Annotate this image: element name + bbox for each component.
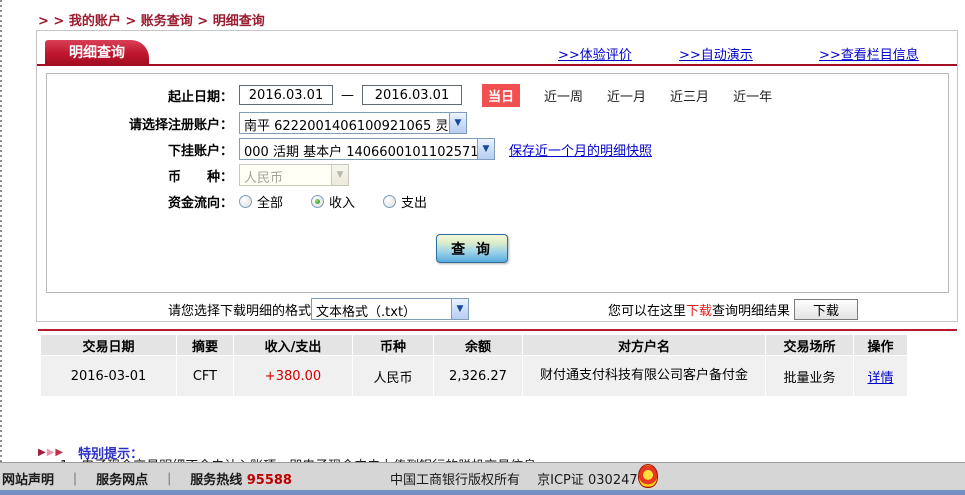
save-snapshot-link[interactable]: 保存近一个月的明细快照	[509, 140, 652, 159]
col-venue: 交易场所	[766, 335, 853, 355]
registered-account-value: 南平 6222001406100921065 灵通卡	[240, 113, 449, 133]
link-auto-demo[interactable]: >>自动演示	[679, 44, 753, 63]
icp-badge-icon	[638, 464, 658, 488]
download-format-value: 文本格式（.txt）	[312, 299, 451, 319]
registered-account-label: 请选择注册账户：	[47, 114, 233, 133]
date-dash: —	[341, 88, 354, 103]
download-row: 请您选择下载明细的格式 文本格式（.txt） ▼ 您可以在这里 下载 查询明细结…	[46, 297, 948, 321]
today-button[interactable]: 当日	[482, 84, 520, 107]
cell-balance: 2,326.27	[434, 356, 522, 396]
query-button[interactable]: 查 询	[436, 234, 508, 263]
flow-option-expense-label: 支出	[401, 192, 427, 211]
red-divider	[38, 329, 957, 331]
sub-account-row: 下挂账户： 000 活期 基本户 1406600101102571848 ▼ 保…	[47, 138, 948, 160]
table-header-row: 交易日期 摘要 收入/支出 币种 余额 对方户名 交易场所 操作	[41, 335, 907, 355]
fund-flow-label: 资金流向：	[47, 192, 233, 211]
col-amount: 收入/支出	[234, 335, 352, 355]
date-range-label: 起止日期：	[47, 86, 233, 105]
footer-links: 网站声明 ｜ 服务网点 ｜ 服务热线 95588	[2, 469, 292, 488]
link-experience-review[interactable]: >>体验评价	[558, 44, 632, 63]
tab-underline	[37, 64, 957, 66]
flow-option-all[interactable]: 全部	[239, 192, 283, 211]
left-dotted-border	[0, 0, 2, 462]
range-last-3-months-link[interactable]: 近三月	[670, 86, 709, 105]
sub-account-label: 下挂账户：	[47, 140, 233, 159]
chevron-down-icon: ▼	[477, 139, 494, 159]
registered-account-row: 请选择注册账户： 南平 6222001406100921065 灵通卡 ▼	[47, 112, 948, 134]
col-balance: 余额	[434, 335, 522, 355]
range-last-year-link[interactable]: 近一年	[733, 86, 772, 105]
flow-option-income-label: 收入	[329, 192, 355, 211]
download-hint-suffix: 查询明细结果	[712, 300, 790, 319]
radio-checked-icon[interactable]	[311, 195, 324, 208]
page: > > 我的账户 > 账务查询 > 明细查询 明细查询 >>体验评价 >>自动演…	[0, 0, 965, 495]
hotline-number: 95588	[247, 473, 292, 488]
registered-account-select[interactable]: 南平 6222001406100921065 灵通卡 ▼	[239, 112, 467, 134]
currency-row: 币 种： 人民币 ▼	[47, 164, 948, 186]
download-hint-prefix: 您可以在这里	[608, 300, 686, 319]
fund-flow-row: 资金流向： 全部 收入 支出	[47, 192, 948, 210]
copyright-text: 中国工商银行版权所有 京ICP证 030247号	[390, 469, 651, 488]
footer-blue-bar	[0, 490, 965, 495]
footer-separator: ｜	[163, 473, 176, 488]
sub-account-select[interactable]: 000 活期 基本户 1406600101102571848 ▼	[239, 138, 495, 160]
tab-title: 明细查询	[69, 42, 125, 62]
hotline-label: 服务热线	[190, 473, 242, 488]
flow-option-expense[interactable]: 支出	[383, 192, 427, 211]
chevron-down-icon: ▼	[451, 299, 468, 319]
breadcrumb: > > 我的账户 > 账务查询 > 明细查询	[38, 10, 265, 29]
download-format-select[interactable]: 文本格式（.txt） ▼	[311, 298, 469, 320]
col-action: 操作	[854, 335, 907, 355]
footer-separator: ｜	[69, 473, 82, 488]
table-row: 2016-03-01 CFT +380.00 人民币 2,326.27 财付通支…	[41, 356, 907, 396]
cell-date: 2016-03-01	[41, 356, 176, 396]
cell-counterparty: 财付通支付科技有限公司客户备付金	[523, 356, 765, 396]
flow-option-income[interactable]: 收入	[311, 192, 355, 211]
cell-summary: CFT	[177, 356, 233, 396]
range-last-week-link[interactable]: 近一周	[544, 86, 583, 105]
download-button[interactable]: 下载	[794, 299, 858, 320]
radio-icon[interactable]	[239, 195, 252, 208]
range-last-month-link[interactable]: 近一月	[607, 86, 646, 105]
cell-currency: 人民币	[353, 356, 433, 396]
col-date: 交易日期	[41, 335, 176, 355]
link-view-column-info[interactable]: >>查看栏目信息	[819, 44, 919, 63]
flow-option-all-label: 全部	[257, 192, 283, 211]
tab-detail-query[interactable]: 明细查询	[45, 40, 149, 64]
tips-arrow-icon: ▶	[38, 447, 46, 458]
site-statement-link[interactable]: 网站声明	[2, 473, 54, 488]
result-table: 交易日期 摘要 收入/支出 币种 余额 对方户名 交易场所 操作 2016-03…	[40, 334, 908, 397]
col-counterparty: 对方户名	[523, 335, 765, 355]
radio-icon[interactable]	[383, 195, 396, 208]
chevron-down-icon: ▼	[449, 113, 466, 133]
chevron-down-icon: ▼	[331, 165, 348, 185]
date-from-input[interactable]	[239, 85, 333, 105]
currency-value: 人民币	[240, 165, 331, 185]
download-format-label: 请您选择下载明细的格式	[168, 300, 311, 319]
query-form: 起止日期： — 当日 近一周 近一月 近三月 近一年 请选择注册账户： 南平 6…	[46, 73, 949, 293]
date-range-row: 起止日期： — 当日 近一周 近一月 近三月 近一年	[47, 84, 948, 106]
col-summary: 摘要	[177, 335, 233, 355]
detail-link[interactable]: 详情	[867, 371, 893, 386]
col-currency: 币种	[353, 335, 433, 355]
currency-label: 币 种：	[47, 166, 233, 185]
detail-query-panel: 明细查询 >>体验评价 >>自动演示 >>查看栏目信息 起止日期： — 当日 近…	[36, 30, 958, 322]
currency-select: 人民币 ▼	[239, 164, 349, 186]
footer-bar: 网站声明 ｜ 服务网点 ｜ 服务热线 95588 中国工商银行版权所有 京ICP…	[0, 462, 965, 490]
tips-arrow-icon: ▶	[47, 447, 55, 458]
date-to-input[interactable]	[362, 85, 462, 105]
download-hint-group: 您可以在这里 下载 查询明细结果 下载	[608, 299, 858, 320]
cell-amount: +380.00	[234, 356, 352, 396]
download-hint-highlight: 下载	[686, 300, 712, 319]
sub-account-value: 000 活期 基本户 1406600101102571848	[240, 139, 477, 159]
cell-venue: 批量业务	[766, 356, 853, 396]
service-branch-link[interactable]: 服务网点	[96, 473, 148, 488]
